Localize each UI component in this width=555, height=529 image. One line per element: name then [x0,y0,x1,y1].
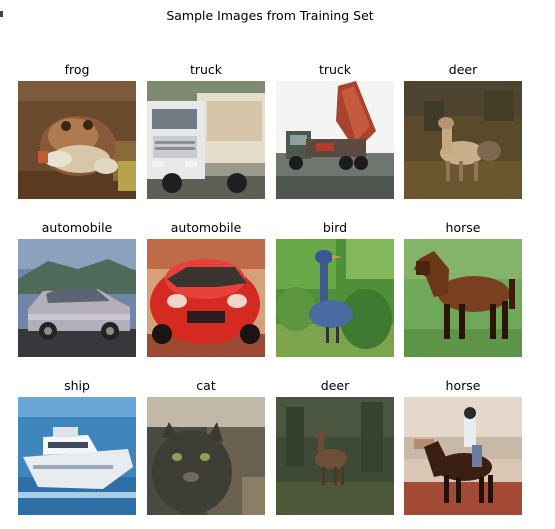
image-label: bird [322,220,348,235]
frog-image [18,81,136,199]
image-label: horse [445,378,481,393]
figure-title: Sample Images from Training Set [166,8,374,23]
automobile-image [147,239,265,357]
image-label: deer [320,378,350,393]
image-label: ship [64,378,90,393]
automobile-image [18,239,136,357]
image-label: truck [318,62,352,77]
image-label: automobile [170,220,242,235]
deer-image [404,81,522,199]
image-label: frog [64,62,90,77]
deer-image [276,397,394,515]
truck-image [276,81,394,199]
bird-image [276,239,394,357]
image-label: horse [445,220,481,235]
horse-image [404,397,522,515]
image-label: truck [189,62,223,77]
image-label: cat [196,378,216,393]
cat-image [147,397,265,515]
horse-image [404,239,522,357]
truck-image [147,81,265,199]
image-label: deer [448,62,478,77]
ship-image [18,397,136,515]
image-label: automobile [41,220,113,235]
